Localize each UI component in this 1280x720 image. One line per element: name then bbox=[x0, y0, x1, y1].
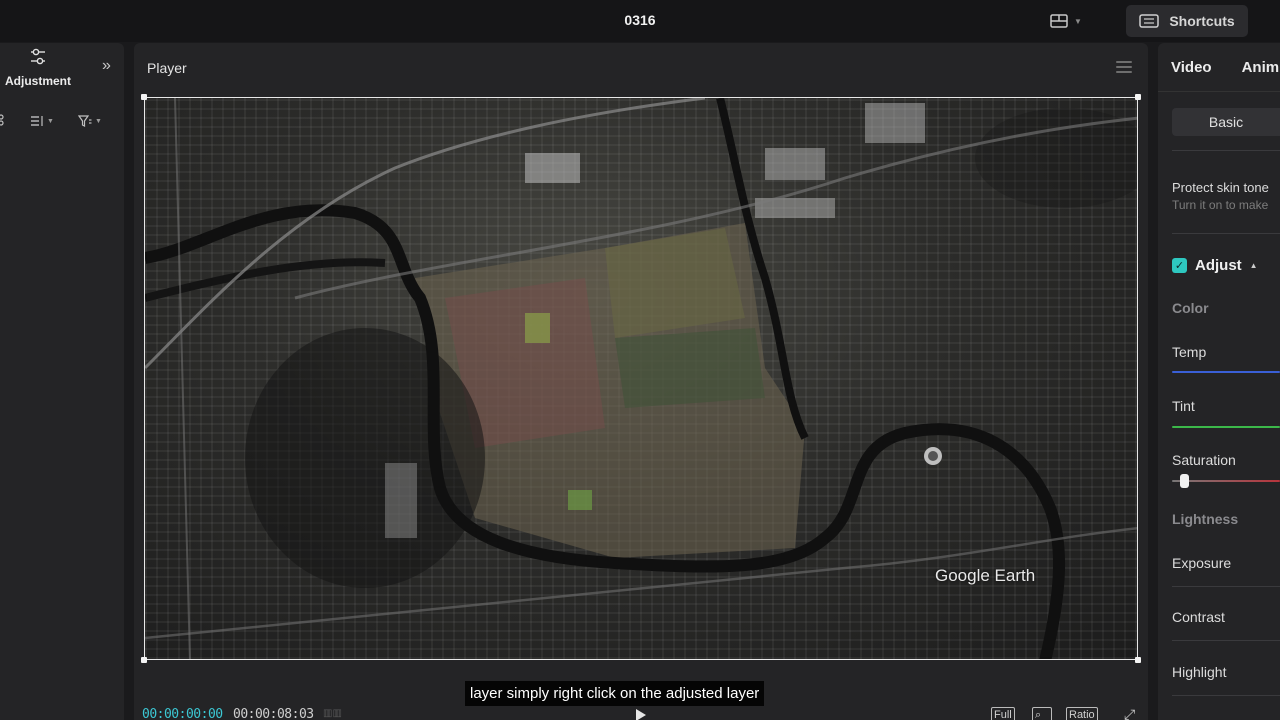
divider bbox=[1158, 91, 1280, 92]
saturation-label: Saturation bbox=[1172, 452, 1236, 468]
timecode-current: 00:00:00:00 bbox=[142, 707, 223, 720]
lightness-section-label: Lightness bbox=[1172, 511, 1239, 527]
basic-tab-button[interactable]: Basic bbox=[1172, 108, 1280, 136]
left-panel: Adjustment » ▼ ▼ bbox=[0, 43, 124, 720]
chevron-down-icon: ▼ bbox=[47, 117, 54, 125]
keyboard-icon bbox=[1139, 14, 1160, 28]
adjust-section-header[interactable]: ✓ Adjust ▲ bbox=[1172, 257, 1258, 274]
divider bbox=[1172, 150, 1280, 151]
exposure-label: Exposure bbox=[1172, 555, 1232, 571]
layout-button[interactable]: ▼ bbox=[1050, 10, 1094, 32]
timeline-grid-icon: ▥▥ bbox=[323, 708, 342, 719]
adjustment-tab[interactable]: Adjustment bbox=[0, 47, 76, 88]
player-title: Player bbox=[147, 60, 187, 76]
grid-view-icon[interactable] bbox=[0, 113, 8, 129]
color-section-label: Color bbox=[1172, 300, 1209, 316]
top-bar: 0316 ▼ Shortcuts bbox=[0, 0, 1280, 42]
timecode-total: 00:00:08:03 bbox=[233, 707, 314, 720]
crop-handle[interactable] bbox=[1135, 657, 1141, 663]
player-panel: Player Google Earth 00:00:00:00 00:00:08… bbox=[134, 43, 1148, 720]
chevron-up-icon: ▲ bbox=[1249, 261, 1258, 270]
tab-video[interactable]: Video bbox=[1171, 59, 1212, 76]
google-earth-watermark: Google Earth bbox=[935, 566, 1036, 585]
shortcuts-button[interactable]: Shortcuts bbox=[1126, 5, 1248, 37]
full-button[interactable]: Full bbox=[991, 707, 1015, 720]
filter-icon bbox=[78, 115, 92, 127]
crop-handle[interactable] bbox=[141, 94, 147, 100]
zoom-fit-icon[interactable]: ⌕ bbox=[1032, 707, 1052, 720]
crop-handle[interactable] bbox=[141, 657, 147, 663]
tab-animation[interactable]: Anim bbox=[1242, 59, 1280, 76]
adjust-label: Adjust bbox=[1195, 257, 1242, 274]
chevron-down-icon: ▼ bbox=[95, 117, 102, 125]
tint-label: Tint bbox=[1172, 398, 1195, 414]
crop-handle[interactable] bbox=[1135, 94, 1141, 100]
temp-label: Temp bbox=[1172, 344, 1207, 360]
video-caption: layer simply right click on the adjusted… bbox=[465, 681, 765, 706]
play-icon[interactable] bbox=[636, 709, 646, 720]
temp-slider[interactable] bbox=[1172, 371, 1280, 373]
chevron-down-icon: ▼ bbox=[1074, 16, 1082, 26]
protect-skin-tone-description: Turn it on to make bbox=[1172, 198, 1269, 212]
adjustment-icon bbox=[31, 48, 45, 65]
saturation-slider-thumb[interactable] bbox=[1180, 474, 1189, 488]
shortcuts-label: Shortcuts bbox=[1169, 13, 1235, 29]
highlight-label: Highlight bbox=[1172, 664, 1227, 680]
adjustment-label: Adjustment bbox=[5, 74, 71, 88]
player-controls: 00:00:00:00 00:00:08:03 ▥▥ Full ⌕ Ratio … bbox=[134, 705, 1148, 720]
filter-button[interactable]: ▼ bbox=[78, 115, 102, 127]
property-tabs: Video Anim bbox=[1171, 59, 1279, 76]
protect-skin-tone-label: Protect skin tone bbox=[1172, 180, 1269, 195]
left-toolbar: ▼ ▼ bbox=[0, 111, 124, 131]
menu-icon[interactable] bbox=[1116, 61, 1132, 73]
contrast-label: Contrast bbox=[1172, 609, 1225, 625]
collapse-panel-icon[interactable]: » bbox=[102, 57, 111, 75]
fullscreen-icon[interactable]: ⤢ bbox=[1122, 707, 1137, 720]
ratio-button[interactable]: Ratio bbox=[1066, 707, 1098, 720]
sort-button[interactable]: ▼ bbox=[30, 115, 54, 127]
divider bbox=[1172, 695, 1280, 696]
divider bbox=[1172, 640, 1280, 641]
sort-icon bbox=[31, 116, 43, 126]
divider bbox=[1172, 233, 1280, 234]
checkbox-checked-icon[interactable]: ✓ bbox=[1172, 258, 1187, 273]
video-preview[interactable]: Google Earth bbox=[144, 97, 1138, 660]
layout-icon bbox=[1050, 14, 1068, 28]
properties-panel: Video Anim Basic Protect skin tone Turn … bbox=[1158, 43, 1280, 720]
tint-slider[interactable] bbox=[1172, 426, 1280, 428]
divider bbox=[1172, 586, 1280, 587]
